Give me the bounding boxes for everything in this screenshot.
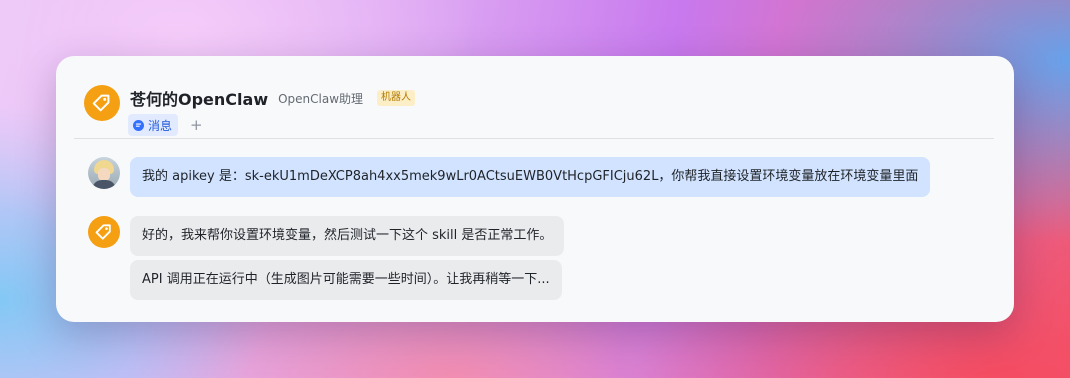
- bot-badge: 机器人: [377, 90, 416, 106]
- chat-title: 苍何的OpenClaw: [130, 90, 269, 109]
- title-row: 苍何的OpenClaw OpenClaw助理 机器人: [130, 86, 416, 110]
- tab-messages-label: 消息: [148, 118, 173, 133]
- bot-avatar[interactable]: [84, 85, 120, 121]
- bot-message-bubble[interactable]: API 调用正在运行中（生成图片可能需要一些时间）。让我再稍等一下...: [130, 260, 562, 300]
- chat-icon: [133, 119, 144, 131]
- user-avatar[interactable]: [88, 157, 120, 189]
- bot-message-bubble[interactable]: 好的，我来帮你设置环境变量，然后测试一下这个 skill 是否正常工作。: [130, 216, 565, 256]
- header-divider: [74, 138, 994, 139]
- tag-icon: [92, 94, 110, 112]
- chat-tabs: 消息 +: [128, 114, 203, 136]
- tag-icon: [95, 224, 111, 240]
- bot-message-avatar[interactable]: [88, 216, 120, 248]
- chat-subtitle: OpenClaw助理: [278, 91, 364, 106]
- tab-messages[interactable]: 消息: [128, 114, 179, 136]
- chat-window: 苍何的OpenClaw OpenClaw助理 机器人 消息 + 我的 apike…: [56, 56, 1014, 322]
- user-message-bubble[interactable]: 我的 apikey 是：sk-ekU1mDeXCP8ah4xx5mek9wLr0…: [130, 157, 931, 197]
- add-tab-button[interactable]: +: [190, 117, 203, 133]
